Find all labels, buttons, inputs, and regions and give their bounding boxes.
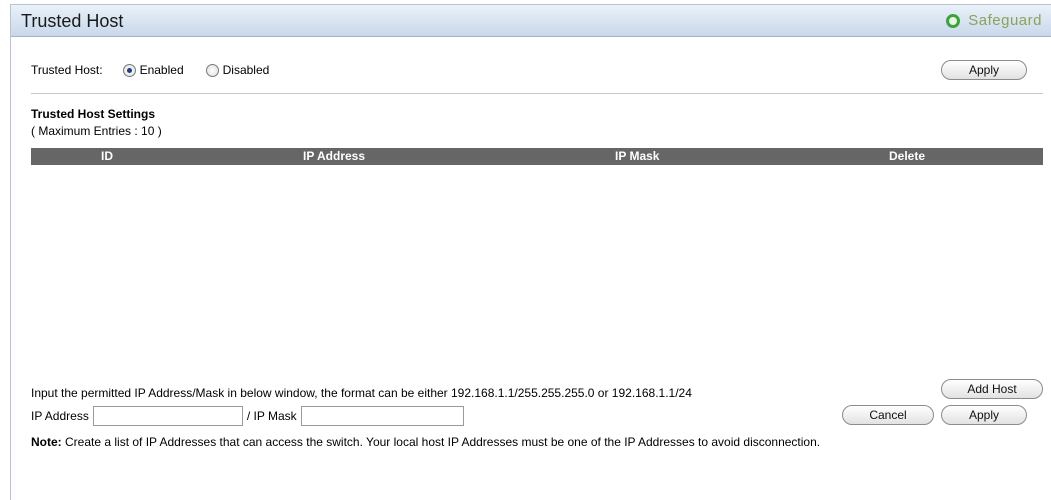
note-body: Create a list of IP Addresses that can a… [61,435,821,449]
add-host-button[interactable]: Add Host [941,379,1043,399]
title-bar: Trusted Host Safeguard [11,5,1051,37]
safeguard-status-icon [946,13,961,28]
trusted-host-label: Trusted Host: [31,63,103,77]
section-divider [31,93,1043,94]
column-id: ID [101,149,113,163]
cancel-button[interactable]: Cancel [842,405,934,425]
hosts-table-header: ID IP Address IP Mask Delete [31,148,1043,165]
ip-address-label: IP Address [31,409,89,423]
column-ip-mask: IP Mask [615,149,660,163]
note-text: Note: Create a list of IP Addresses that… [31,435,820,449]
radio-disabled-icon[interactable] [205,63,219,77]
safeguard-indicator: Safeguard [946,12,1042,29]
radio-enabled[interactable]: Enabled [122,63,184,77]
page-title: Trusted Host [21,11,124,31]
format-hint: Input the permitted IP Address/Mask in b… [31,386,692,400]
trusted-host-panel: Trusted Host Safeguard Trusted Host: Ena… [10,4,1051,500]
trusted-host-status-row: Trusted Host: Enabled Disabled [31,63,269,77]
ip-address-input[interactable] [92,406,243,426]
radio-disabled[interactable]: Disabled [205,63,270,77]
form-apply-button[interactable]: Apply [941,405,1027,425]
status-apply-button[interactable]: Apply [941,60,1027,80]
radio-enabled-icon[interactable] [122,63,136,77]
max-entries-text: ( Maximum Entries : 10 ) [31,124,162,138]
ip-mask-input[interactable] [300,406,464,426]
settings-title: Trusted Host Settings [31,107,156,121]
radio-disabled-label: Disabled [222,63,270,77]
safeguard-label: Safeguard [968,12,1042,29]
radio-enabled-label: Enabled [139,63,184,77]
column-ip-address: IP Address [303,149,366,163]
ip-input-row: IP Address / IP Mask [31,406,464,426]
ip-mask-label: / IP Mask [246,409,297,423]
column-delete: Delete [889,149,926,163]
note-bold-label: Note: [31,435,62,449]
